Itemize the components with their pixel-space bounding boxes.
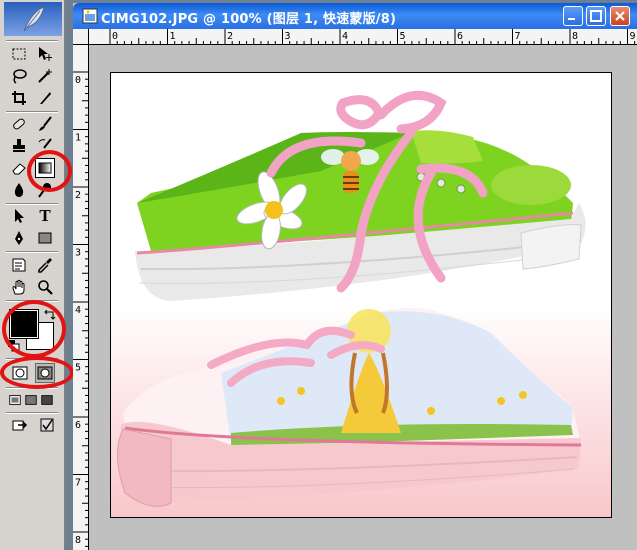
ruler-label: 1 xyxy=(170,31,176,42)
toolbox-panel: T xyxy=(0,0,74,550)
ruler-label: 0 xyxy=(75,75,81,86)
ruler-label: 5 xyxy=(75,363,81,374)
shape-tool[interactable] xyxy=(35,228,55,248)
ruler-label: 4 xyxy=(342,31,348,42)
screen-mode-icon xyxy=(9,395,21,405)
toolbox-divider xyxy=(6,251,58,253)
toolbox-divider xyxy=(6,412,58,414)
lasso-icon xyxy=(13,69,27,84)
type-tool[interactable]: T xyxy=(35,206,55,226)
pen-icon xyxy=(15,231,23,245)
notes-icon xyxy=(12,258,26,272)
imageready-button[interactable] xyxy=(37,415,57,435)
toolbox-divider xyxy=(6,111,58,113)
ruler-label: 9 xyxy=(630,31,636,42)
drop-icon xyxy=(14,183,24,197)
crop-icon xyxy=(12,91,26,105)
crop-tool[interactable] xyxy=(9,88,29,108)
document-window: CIMG102.JPG @ 100% (图层 1, 快速蒙版/8) 0 1 2 3 4 5… xyxy=(73,3,637,550)
maximize-button[interactable] xyxy=(586,6,606,26)
pen-tool[interactable] xyxy=(9,228,29,248)
marquee-tool[interactable] xyxy=(9,44,29,64)
ruler-label: 0 xyxy=(112,31,118,42)
shoes-photo xyxy=(116,90,586,507)
screen-mode-menu[interactable] xyxy=(24,390,38,410)
zoom-icon xyxy=(38,280,53,295)
imageready-icon xyxy=(40,418,54,432)
ruler-label: 2 xyxy=(75,190,81,201)
magic-wand-icon xyxy=(38,69,52,83)
ruler-label: 4 xyxy=(75,305,81,316)
toolbox-divider xyxy=(6,203,58,205)
toolbox-divider xyxy=(6,40,58,42)
gradient-tool-highlight xyxy=(27,150,72,192)
color-swatch-highlight xyxy=(2,300,66,358)
healing-brush-tool[interactable] xyxy=(9,114,29,134)
ruler-label: 3 xyxy=(285,31,291,42)
blur-tool[interactable] xyxy=(9,180,29,200)
quick-mask-highlight xyxy=(0,356,74,389)
document-title: CIMG102.JPG @ 100% (图层 1, 快速蒙版/8) xyxy=(101,12,397,27)
screen-mode-icon xyxy=(25,395,37,405)
arrow-icon xyxy=(15,209,24,223)
jump-to-imageready-button[interactable] xyxy=(9,415,31,435)
vertical-ruler[interactable]: 0 1 2 3 4 5 6 7 8 xyxy=(73,45,89,550)
rect-marquee-icon xyxy=(12,48,26,60)
ruler-label: 6 xyxy=(457,31,463,42)
screen-mode-standard[interactable] xyxy=(8,390,22,410)
maximize-icon xyxy=(590,10,602,22)
ruler-label: 1 xyxy=(75,133,81,144)
horizontal-ruler[interactable]: 0 1 2 3 4 5 6 7 8 9 xyxy=(89,29,637,45)
green-shoe xyxy=(135,130,586,301)
eraser-icon xyxy=(12,163,26,175)
move-tool[interactable] xyxy=(35,44,55,64)
eyedropper-tool[interactable] xyxy=(35,255,55,275)
ruler-label: 6 xyxy=(75,420,81,431)
brush-tool[interactable] xyxy=(35,114,55,134)
slice-icon xyxy=(40,92,51,104)
minimize-button[interactable] xyxy=(563,6,583,26)
feather-logo-icon xyxy=(23,6,45,32)
stamp-icon xyxy=(13,139,25,152)
hand-tool[interactable] xyxy=(9,277,29,297)
magic-wand-tool[interactable] xyxy=(35,66,55,86)
ruler-label: 5 xyxy=(400,31,406,42)
screen-mode-full[interactable] xyxy=(40,390,54,410)
image-canvas[interactable] xyxy=(110,72,612,518)
ruler-label: 8 xyxy=(75,535,81,546)
ruler-label: 8 xyxy=(572,31,578,42)
horizontal-ruler-ticks: 0 1 2 3 4 5 6 7 8 9 xyxy=(109,29,636,44)
path-selection-tool[interactable] xyxy=(9,206,29,226)
notes-tool[interactable] xyxy=(9,255,29,275)
eyedropper-icon xyxy=(38,258,52,273)
canvas-area[interactable] xyxy=(89,45,637,550)
type-icon: T xyxy=(39,206,51,225)
ruler-label: 2 xyxy=(227,31,233,42)
bandage-icon xyxy=(13,118,25,130)
clone-stamp-tool[interactable] xyxy=(9,136,29,156)
zoom-tool[interactable] xyxy=(35,277,55,297)
ruler-label: 3 xyxy=(75,248,81,259)
minimize-icon xyxy=(568,18,575,20)
jump-arrow-icon xyxy=(12,420,28,431)
close-icon xyxy=(615,11,625,21)
toolbox-header[interactable] xyxy=(4,2,62,36)
document-titlebar[interactable]: CIMG102.JPG @ 100% (图层 1, 快速蒙版/8) xyxy=(73,3,637,29)
lasso-tool[interactable] xyxy=(9,66,29,86)
screen-mode-icon xyxy=(41,395,53,405)
vertical-ruler-ticks: 0 1 2 3 4 5 6 7 8 xyxy=(73,71,88,547)
document-icon xyxy=(82,8,98,24)
rectangle-icon xyxy=(38,232,52,244)
ruler-origin[interactable] xyxy=(73,29,89,45)
hand-icon xyxy=(12,279,25,295)
ruler-label: 7 xyxy=(515,31,521,42)
eraser-tool[interactable] xyxy=(9,158,29,178)
brush-icon xyxy=(39,116,52,131)
move-icon xyxy=(39,47,52,61)
close-button[interactable] xyxy=(610,6,630,26)
ruler-label: 7 xyxy=(75,478,81,489)
slice-tool[interactable] xyxy=(35,88,55,108)
